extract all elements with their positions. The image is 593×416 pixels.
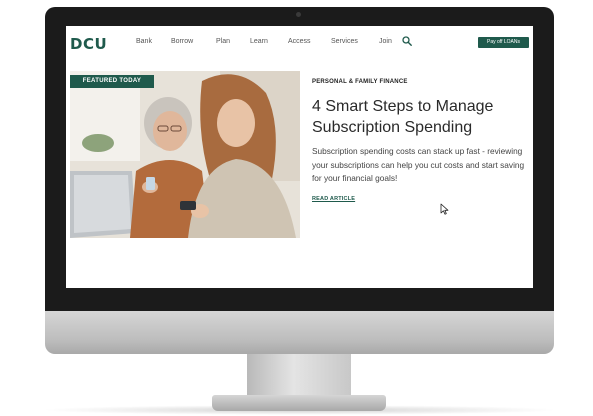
read-article-link[interactable]: READ ARTICLE [312,196,355,202]
nav-item-plan[interactable]: Plan [216,38,230,45]
article-excerpt: Subscription spending costs can stack up… [312,146,525,183]
dcu-logo[interactable]: DCU [70,35,107,53]
imac-mockup: DCU Bank Borrow Plan Learn Access Servic… [0,0,593,416]
mouse-cursor-icon [440,203,449,215]
nav-item-learn[interactable]: Learn [250,38,268,45]
article-title[interactable]: 4 Smart Steps to Manage Subscription Spe… [312,96,527,138]
monitor-stand-base [212,395,386,411]
nav-item-borrow[interactable]: Borrow [171,38,193,45]
hero-photo: FEATURED TODAY [70,71,300,238]
nav-item-join[interactable]: Join [379,38,392,45]
search-icon[interactable] [402,36,412,46]
nav-item-services[interactable]: Services [331,38,358,45]
featured-today-badge: FEATURED TODAY [70,75,154,88]
article-category: PERSONAL & FAMILY FINANCE [312,79,408,85]
nav-item-access[interactable]: Access [288,38,311,45]
site-header: DCU Bank Borrow Plan Learn Access Servic… [66,26,533,62]
monitor-stand-neck [247,352,351,398]
monitor-screen: DCU Bank Borrow Plan Learn Access Servic… [66,26,533,288]
camera-icon [296,12,301,17]
pay-off-loans-button[interactable]: Pay off LOANs [478,37,529,48]
monitor-chin [45,308,554,354]
two-women-photo [70,71,300,238]
nav-item-bank[interactable]: Bank [136,38,152,45]
